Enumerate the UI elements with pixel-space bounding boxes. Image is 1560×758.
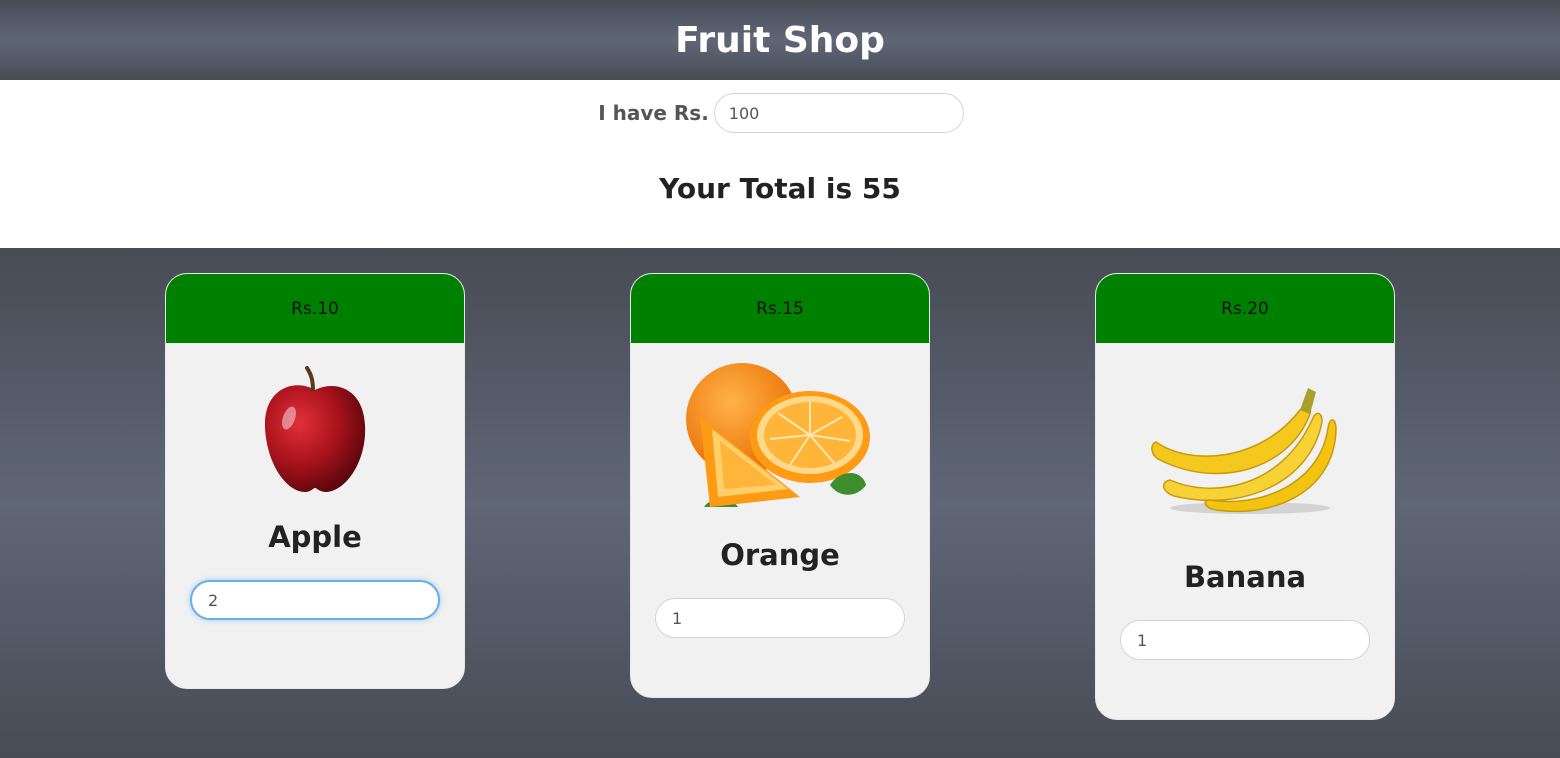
banana-icon: [1096, 344, 1394, 556]
total-text: Your Total is 55: [659, 172, 901, 205]
quantity-input-banana[interactable]: [1120, 620, 1370, 660]
product-name: Apple: [268, 520, 362, 554]
products-area: Rs.10 Apple Rs.15: [0, 248, 1560, 758]
quantity-input-apple[interactable]: [190, 580, 440, 620]
page-title: Fruit Shop: [675, 19, 885, 61]
price-badge: Rs.20: [1096, 274, 1394, 344]
price-badge: Rs.10: [166, 274, 464, 344]
product-name: Orange: [720, 538, 840, 572]
page-header: Fruit Shop: [0, 0, 1560, 80]
product-card-banana: Rs.20 Banana: [1095, 273, 1395, 720]
quantity-input-orange[interactable]: [655, 598, 905, 638]
budget-row: I have Rs.: [0, 93, 1560, 133]
product-card-orange: Rs.15 Orange 1: [630, 273, 930, 698]
price-badge: Rs.15: [631, 274, 929, 344]
product-card-apple: Rs.10 Apple: [165, 273, 465, 689]
budget-label: I have Rs.: [598, 101, 709, 125]
product-name: Banana: [1183, 560, 1307, 594]
budget-input[interactable]: [713, 93, 964, 133]
apple-icon: [166, 344, 464, 516]
orange-icon: [631, 344, 929, 534]
